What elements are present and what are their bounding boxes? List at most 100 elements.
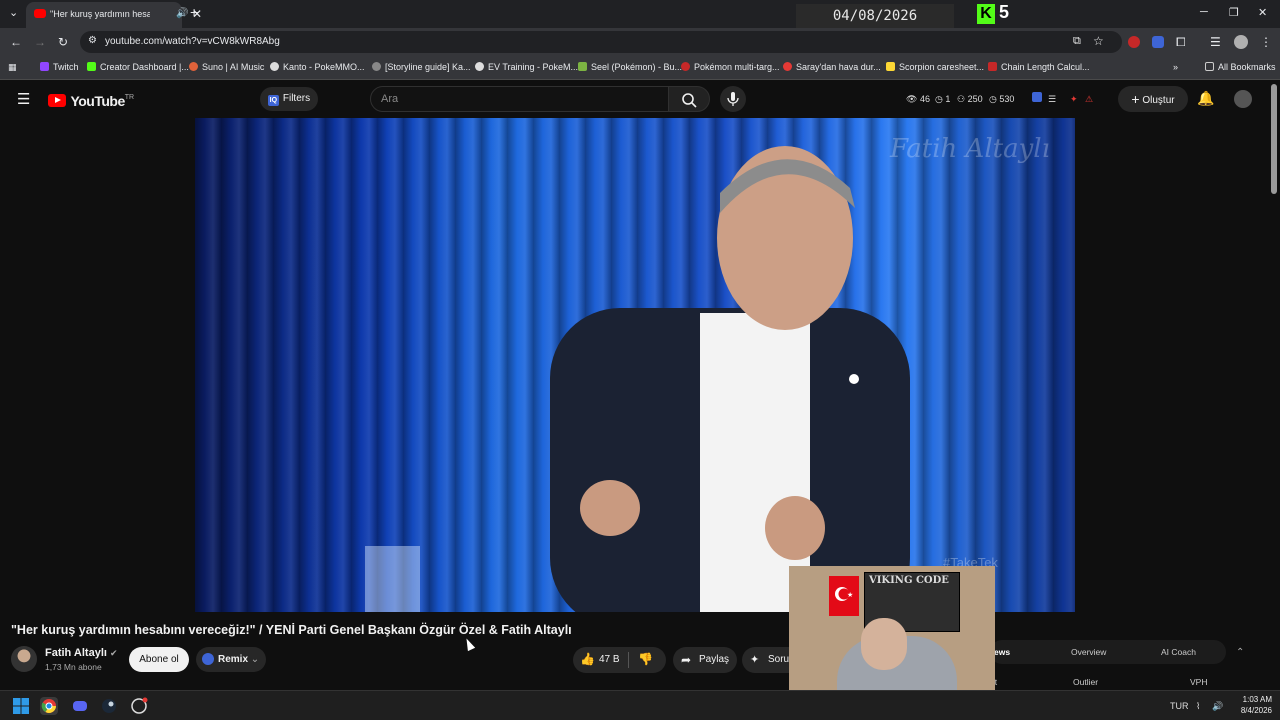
bookmarks-bar: ▦ Twitch Creator Dashboard |... Suno | A… (0, 56, 1280, 80)
reload-icon[interactable]: ↻ (58, 35, 68, 49)
filters-label: Filters (282, 93, 311, 104)
svg-text:★: ★ (847, 591, 853, 599)
time-stat: ◷ 530 (989, 94, 1015, 104)
bookmark-label: Seel (Pokémon) - Bu... (591, 62, 683, 72)
profile-avatar[interactable] (1234, 35, 1248, 49)
windows-start-icon[interactable] (12, 697, 30, 715)
all-bookmarks-folder[interactable]: All Bookmarks (1205, 62, 1276, 72)
notifications-bell-icon[interactable]: 🔔 (1197, 90, 1214, 107)
youtube-favicon-icon (34, 9, 46, 18)
bookmark-scorpion[interactable]: Scorpion caresheet... (886, 62, 984, 72)
like-count: 47 B (599, 654, 620, 665)
turkish-flag: ★ (829, 576, 859, 616)
users-stat: ⚇ 250 (957, 94, 983, 104)
crescent-star-icon: ★ (835, 587, 853, 601)
extension-blue-icon[interactable] (1152, 36, 1164, 48)
vidiq-icon[interactable] (1032, 92, 1042, 102)
bookmark-label: Creator Dashboard |... (100, 62, 189, 72)
site-info-icon[interactable]: ⚙ (88, 35, 97, 46)
obs-icon[interactable] (130, 697, 148, 715)
search-input[interactable]: Ara (370, 86, 670, 112)
subscribe-button[interactable]: Abone ol (129, 647, 189, 672)
clock-count: 1 (945, 94, 951, 104)
bookmark-creator-dashboard[interactable]: Creator Dashboard |... (87, 62, 189, 72)
extensions-icon[interactable]: ⧠ (1176, 35, 1186, 50)
channel-name[interactable]: Fatih Altaylı ✔ (45, 647, 118, 659)
input-language[interactable]: TUR (1170, 701, 1189, 711)
bookmark-storyline[interactable]: [Storyline guide] Ka... (372, 62, 471, 72)
close-window-button[interactable]: ✕ (1258, 6, 1267, 19)
tab-search-icon[interactable]: ⌄ (9, 6, 18, 19)
windows-taskbar: TUR ⌇ 🔊 1:03 AM 8/4/2026 (0, 690, 1280, 720)
channel-watermark: Fatih Altaylı (890, 134, 1050, 164)
volume-icon[interactable]: 🔊 (1212, 701, 1223, 712)
audio-icon[interactable]: 🔊 (176, 8, 188, 19)
bookmark-twitch[interactable]: Twitch (40, 62, 79, 72)
forward-icon[interactable]: → (34, 35, 46, 49)
analytics-tabs: ews Overview AI Coach (990, 640, 1226, 664)
network-icon[interactable]: ⌇ (1196, 701, 1200, 712)
list-icon[interactable]: ☰ (1048, 94, 1056, 105)
bookmark-label: Pokémon multi-targ... (694, 62, 780, 72)
restore-button[interactable]: ❐ (1229, 6, 1239, 19)
chrome-icon[interactable] (40, 697, 58, 715)
extension-red-icon[interactable] (1128, 36, 1140, 48)
tab-ai-coach[interactable]: AI Coach (1161, 647, 1196, 657)
alert-icon[interactable]: ✦ (1070, 94, 1078, 105)
address-bar[interactable]: ⚙ youtube.com/watch?v=vCW8kWR8Abg ⧉ ☆ (80, 31, 1122, 53)
minimize-button[interactable]: ─ (1200, 6, 1208, 18)
column-header-vph: VPH (1190, 677, 1208, 687)
like-button[interactable]: 👍 (580, 652, 595, 666)
bookmark-label: [Storyline guide] Ka... (385, 62, 471, 72)
taskbar-clock[interactable]: 1:03 AM 8/4/2026 (1234, 694, 1272, 716)
more-bookmarks-icon[interactable]: » (1173, 62, 1178, 72)
filters-button[interactable]: IQ Filters (260, 87, 318, 111)
youtube-play-icon (48, 94, 66, 108)
tab-reviews[interactable]: ews (994, 647, 1010, 657)
views-count: 46 (919, 94, 930, 104)
clock-stat: ◷ 1 (935, 94, 951, 104)
account-avatar[interactable] (1234, 90, 1252, 108)
search-placeholder: Ara (381, 93, 399, 105)
menu-icon[interactable]: ⋮ (1260, 35, 1272, 49)
divider (628, 652, 629, 668)
bookmark-label: Suno | AI Music (202, 62, 265, 72)
bookmark-kanto[interactable]: Kanto - PokeMMO... (270, 62, 365, 72)
video-player[interactable]: Fatih Altaylı #TakeTek (195, 118, 1075, 612)
bookmark-saray[interactable]: Saray'dan hava dur... (783, 62, 881, 72)
like-dislike-group: 👍 47 B 👎 (573, 647, 666, 673)
remix-button[interactable]: Remix ⌄ (196, 647, 266, 672)
back-icon[interactable]: ← (10, 35, 22, 49)
hamburger-menu-icon[interactable]: ☰ (17, 90, 30, 108)
channel-avatar[interactable] (11, 646, 37, 672)
page-scrollbar[interactable] (1271, 84, 1277, 194)
bookmark-ev-training[interactable]: EV Training - PokeM... (475, 62, 578, 72)
new-tab-button[interactable]: + (190, 4, 198, 20)
ask-label: Soru (768, 654, 790, 665)
bookmark-star-icon[interactable]: ☆ (1093, 34, 1104, 48)
bookmark-label: Scorpion caresheet... (899, 62, 985, 72)
video-title: "Her kuruş yardımın hesabını vereceğiz!"… (11, 623, 572, 637)
bookmark-seel[interactable]: Seel (Pokémon) - Bu... (578, 62, 682, 72)
discord-icon[interactable] (71, 697, 89, 715)
notify-extension-icon[interactable]: ⚠ (1085, 94, 1093, 105)
mouse-cursor (462, 636, 476, 652)
browser-tab[interactable]: "Her kuruş yardımın hesab 🔊 ✕ (26, 2, 202, 28)
steam-icon[interactable] (100, 697, 118, 715)
search-button[interactable] (668, 86, 710, 112)
bookmark-suno[interactable]: Suno | AI Music (189, 62, 264, 72)
dislike-button[interactable]: 👎 (638, 652, 653, 666)
reading-list-icon[interactable]: ☰ (1210, 35, 1221, 49)
voice-search-button[interactable] (720, 86, 746, 112)
apps-grid-icon[interactable]: ▦ (8, 62, 17, 73)
bookmark-pokemon-multi[interactable]: Pokémon multi-targ... (681, 62, 780, 72)
create-button[interactable]: + Oluştur (1118, 86, 1188, 112)
bookmark-chain-length[interactable]: Chain Length Calcul... (988, 62, 1090, 72)
collapse-panel-icon[interactable]: ⌃ (1236, 647, 1244, 658)
youtube-logo[interactable]: YouTubeTR (48, 92, 134, 110)
share-button[interactable]: ➦ Paylaş (673, 647, 737, 673)
bookmark-label: Chain Length Calcul... (1001, 62, 1090, 72)
tab-overview[interactable]: Overview (1071, 647, 1106, 657)
install-icon[interactable]: ⧉ (1073, 35, 1081, 48)
url-text: youtube.com/watch?v=vCW8kWR8Abg (105, 36, 280, 47)
